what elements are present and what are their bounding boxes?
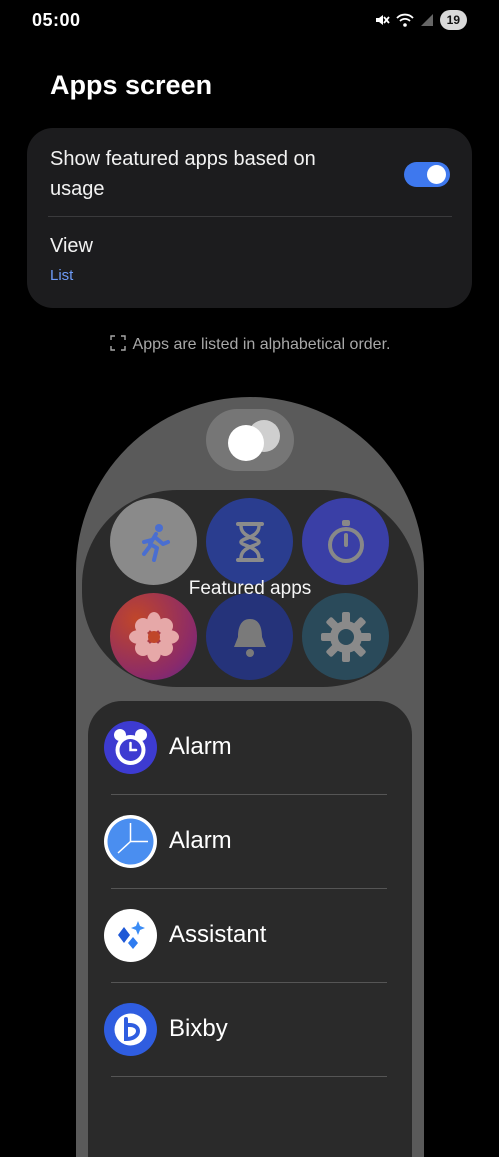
- status-time: 05:00: [32, 10, 81, 30]
- clock-icon: [104, 815, 157, 868]
- gear-icon: [302, 593, 389, 680]
- view-setting[interactable]: View List: [27, 217, 472, 307]
- info-frame-icon: [109, 334, 127, 357]
- info-note: Apps are listed in alphabetical order.: [0, 334, 499, 357]
- apps-screen-preview: Featured apps Alarm Alarm Assistant Bixb…: [76, 397, 424, 1157]
- app-label: Assistant: [169, 921, 267, 948]
- preview-handle: [206, 409, 294, 471]
- bell-icon: [206, 593, 293, 680]
- list-item[interactable]: Alarm: [88, 795, 412, 889]
- app-label: Bixby: [169, 1015, 228, 1042]
- featured-apps-panel: Featured apps: [82, 490, 418, 687]
- handle-circle: [228, 425, 264, 461]
- status-icons: 19: [374, 10, 467, 30]
- app-label: Alarm: [169, 733, 232, 760]
- status-bar: 05:00 19: [0, 0, 499, 44]
- alarm-clock-icon: [104, 721, 157, 774]
- featured-apps-label: Featured apps: [188, 578, 312, 599]
- running-person-icon: [110, 498, 197, 585]
- battery-badge: 19: [439, 10, 467, 30]
- view-label: View: [50, 235, 93, 257]
- signal-icon: [420, 13, 434, 27]
- featured-apps-setting[interactable]: Show featured apps based on usage: [27, 128, 472, 216]
- page-title: Apps screen: [50, 70, 213, 100]
- app-label: Alarm: [169, 827, 232, 854]
- settings-card: Show featured apps based on usage View L…: [27, 128, 472, 308]
- app-list: Alarm Alarm Assistant Bixby: [88, 701, 412, 1157]
- toggle-knob: [427, 165, 446, 184]
- featured-apps-toggle[interactable]: [404, 162, 450, 187]
- hourglass-icon: [206, 498, 293, 585]
- bixby-icon: [104, 1003, 157, 1056]
- featured-apps-label: Show featured apps based on usage: [50, 148, 316, 200]
- info-text: Apps are listed in alphabetical order.: [132, 336, 391, 353]
- wifi-icon: [395, 12, 414, 28]
- mute-icon: [374, 12, 390, 28]
- divider: [111, 1076, 387, 1077]
- stopwatch-icon: [302, 498, 389, 585]
- view-value: List: [50, 267, 74, 284]
- assistant-icon: [104, 909, 157, 962]
- flower-icon: [110, 593, 197, 680]
- list-item[interactable]: Assistant: [88, 889, 412, 983]
- list-item[interactable]: Bixby: [88, 983, 412, 1077]
- list-item[interactable]: Alarm: [88, 701, 412, 795]
